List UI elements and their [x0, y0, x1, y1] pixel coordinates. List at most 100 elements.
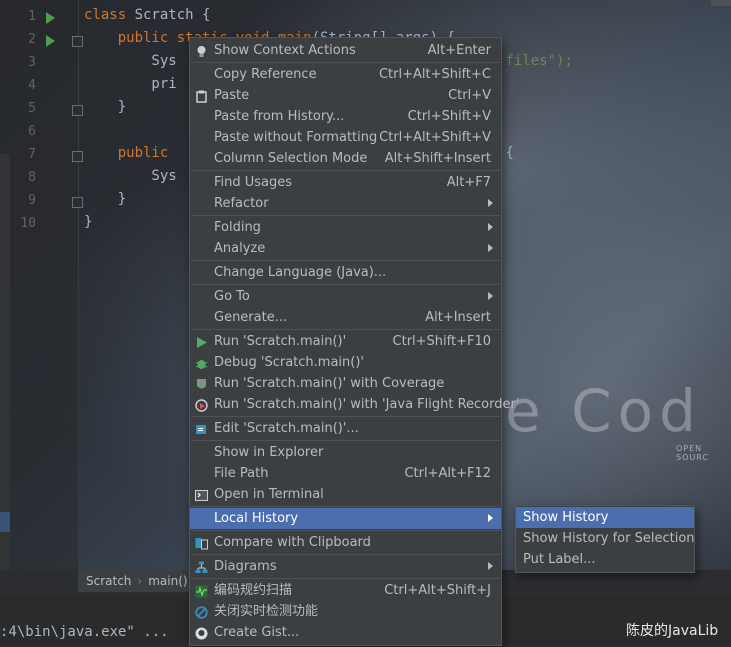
submenu-arrow-icon [488, 514, 493, 522]
menu-item-show-context-actions[interactable]: Show Context Actions Alt+Enter [190, 40, 501, 61]
menu-item-find-usages[interactable]: Find Usages Alt+F7 [190, 172, 501, 193]
menu-item-generate[interactable]: Generate... Alt+Insert [190, 307, 501, 328]
run-command-text: :4\bin\java.exe" ... [0, 624, 169, 640]
menu-item-change-language-java[interactable]: Change Language (Java)... [190, 262, 501, 283]
menu-separator [191, 215, 500, 216]
bulb-icon [195, 44, 208, 57]
code-line[interactable]: pri [84, 76, 176, 92]
menu-item-label: Change Language (Java)... [214, 265, 387, 280]
menu-separator [191, 530, 500, 531]
left-tool-strip-highlight [0, 512, 10, 532]
menu-item-run-scratch-main-with-java-flight-recorder[interactable]: Run 'Scratch.main()' with 'Java Flight R… [190, 394, 519, 415]
menu-item-paste-from-history[interactable]: Paste from History... Ctrl+Shift+V [190, 106, 501, 127]
menu-item-paste-without-formatting[interactable]: Paste without Formatting Ctrl+Alt+Shift+V [190, 127, 501, 148]
menu-item-shortcut: Alt+Enter [427, 43, 491, 58]
terminal-icon [195, 488, 208, 501]
edit-config-icon [195, 422, 208, 435]
editor-gutter: 1 2 3 4 5 6 7 8 9 10 [0, 0, 83, 570]
menu-separator [191, 440, 500, 441]
local-history-submenu: Show History Show History for Selection Pu… [515, 505, 695, 573]
editor-context-menu: Show Context Actions Alt+Enter Copy Refere… [189, 37, 519, 646]
menu-item-label: Run 'Scratch.main()' [214, 334, 347, 349]
menu-item-local-history[interactable]: Local History [190, 508, 501, 529]
menu-item-open-in-terminal[interactable]: Open in Terminal [190, 484, 501, 505]
menu-item-shortcut: Alt+Insert [425, 310, 491, 325]
submenu-item-show-history[interactable]: Show History [516, 507, 694, 528]
submenu-item-put-label[interactable]: Put Label... [516, 549, 694, 570]
code-token: Scratch { [134, 7, 211, 23]
menu-item-run-scratch-main[interactable]: Run 'Scratch.main()' Ctrl+Shift+F10 [190, 331, 501, 352]
menu-item-label: Create Gist... [214, 625, 300, 640]
menu-item-item-36[interactable]: 编码规约扫描 Ctrl+Alt+Shift+J [190, 580, 501, 601]
menu-item-shortcut: Ctrl+Shift+F10 [392, 334, 491, 349]
menu-item-label: Generate... [214, 310, 288, 325]
menu-item-label: Run 'Scratch.main()' with 'Java Flight R… [214, 397, 520, 412]
menu-item-item-37[interactable]: 关闭实时检测功能 [190, 601, 501, 622]
menu-item-label: Paste [214, 88, 250, 103]
menu-item-paste[interactable]: Paste Ctrl+V [190, 85, 501, 106]
menu-item-label: File Path [214, 466, 269, 481]
code-line[interactable]: } [84, 214, 92, 230]
menu-item-shortcut: Ctrl+Alt+F12 [404, 466, 491, 481]
submenu-arrow-icon [488, 292, 493, 300]
menu-item-column-selection-mode[interactable]: Column Selection Mode Alt+Shift+Insert [190, 148, 501, 169]
menu-separator [191, 62, 500, 63]
gutter-run-icon[interactable] [46, 35, 55, 47]
breadcrumb-separator-icon: › [137, 574, 143, 588]
scrollbar-top[interactable] [711, 0, 731, 6]
menu-item-shortcut: Ctrl+Alt+Shift+C [378, 67, 491, 82]
code-line[interactable]: } [84, 191, 126, 207]
menu-item-create-gist[interactable]: Create Gist... [190, 622, 501, 643]
submenu-arrow-icon [488, 199, 493, 207]
menu-item-edit-scratch-main[interactable]: Edit 'Scratch.main()'... [190, 418, 501, 439]
breadcrumb-item-class[interactable]: Scratch [78, 574, 131, 588]
submenu-item-label: Show History [523, 510, 609, 525]
coverage-icon [195, 377, 208, 390]
menu-item-refactor[interactable]: Refactor [190, 193, 501, 214]
menu-item-copy-reference[interactable]: Copy Reference Ctrl+Alt+Shift+C [190, 64, 501, 85]
menu-item-analyze[interactable]: Analyze [190, 238, 501, 259]
code-token: Sys [84, 168, 177, 184]
menu-item-label: 关闭实时检测功能 [214, 604, 319, 619]
code-line[interactable]: class Scratch { [84, 7, 210, 23]
menu-item-debug-scratch-main[interactable]: Debug 'Scratch.main()' [190, 352, 501, 373]
fold-marker-icon[interactable] [72, 105, 83, 116]
code-line[interactable]: } [84, 99, 126, 115]
menu-item-label: Local History [214, 511, 299, 526]
code-token: class [84, 7, 135, 23]
scan-icon [195, 584, 208, 598]
menu-item-label: Diagrams [214, 559, 277, 574]
fold-marker-icon[interactable] [72, 151, 83, 162]
menu-item-label: Analyze [214, 241, 266, 256]
menu-item-label: Compare with Clipboard [214, 535, 371, 550]
menu-item-label: 编码规约扫描 [214, 583, 293, 598]
menu-item-go-to[interactable]: Go To [190, 286, 501, 307]
gutter-run-icon[interactable] [46, 12, 55, 24]
submenu-arrow-icon [488, 562, 493, 570]
menu-item-run-scratch-main-with-coverage[interactable]: Run 'Scratch.main()' with Coverage [190, 373, 501, 394]
menu-item-label: Open in Terminal [214, 487, 324, 502]
background-watermark-sub: OPEN SOURC [676, 444, 709, 462]
menu-separator [191, 578, 500, 579]
menu-separator [191, 506, 500, 507]
line-number: 2 [28, 32, 36, 47]
left-tool-strip [0, 154, 10, 570]
breadcrumb: Scratch › main() [78, 570, 198, 592]
menu-item-show-in-explorer[interactable]: Show in Explorer [190, 442, 501, 463]
menu-item-label: Copy Reference [214, 67, 317, 82]
menu-item-label: Go To [214, 289, 250, 304]
debug-icon [195, 356, 208, 369]
fold-marker-icon[interactable] [72, 36, 83, 47]
submenu-item-show-history-for-selection[interactable]: Show History for Selection [516, 528, 695, 549]
menu-item-shortcut: Ctrl+V [448, 88, 491, 103]
submenu-arrow-icon [488, 244, 493, 252]
menu-item-file-path[interactable]: File Path Ctrl+Alt+F12 [190, 463, 501, 484]
menu-item-folding[interactable]: Folding [190, 217, 501, 238]
code-line[interactable]: Sys [84, 168, 177, 184]
menu-item-compare-with-clipboard[interactable]: Compare with Clipboard [190, 532, 501, 553]
menu-item-diagrams[interactable]: Diagrams [190, 556, 501, 577]
fold-marker-icon[interactable] [72, 197, 83, 208]
menu-item-shortcut: Ctrl+Alt+Shift+J [384, 583, 491, 598]
breadcrumb-item-method[interactable]: main() [148, 574, 187, 588]
menu-item-label: Paste from History... [214, 109, 345, 124]
